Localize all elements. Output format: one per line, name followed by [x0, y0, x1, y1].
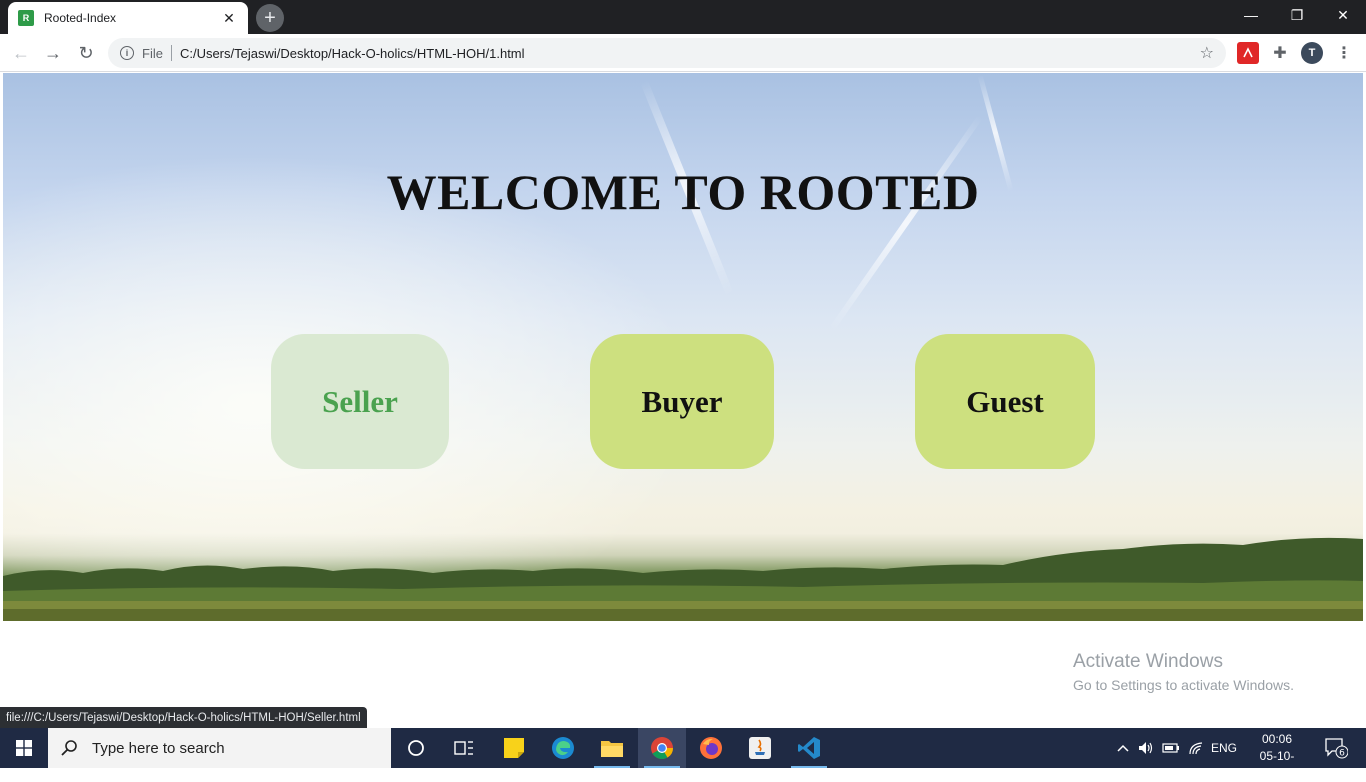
vscode-app[interactable] — [785, 728, 833, 768]
tree-line-landscape — [3, 537, 1363, 621]
browser-toolbar: ← → ↻ i File C:/Users/Tejaswi/Desktop/Ha… — [0, 34, 1366, 72]
seller-button[interactable]: Seller — [271, 334, 449, 469]
tab-title: Rooted-Index — [44, 11, 117, 25]
extensions-puzzle-icon[interactable]: ✚ — [1269, 42, 1291, 64]
address-bar[interactable]: i File C:/Users/Tejaswi/Desktop/Hack-O-h… — [108, 38, 1226, 68]
pdf-extension-icon[interactable] — [1237, 42, 1259, 64]
profile-avatar[interactable]: T — [1301, 42, 1323, 64]
folder-icon — [601, 741, 623, 757]
url-text[interactable]: C:/Users/Tejaswi/Desktop/Hack-O-holics/H… — [180, 46, 1200, 61]
buyer-button[interactable]: Buyer — [590, 334, 774, 469]
java-icon — [749, 737, 771, 759]
vscode-icon — [798, 737, 820, 759]
file-explorer-app[interactable] — [588, 728, 636, 768]
windows-logo-icon — [16, 740, 32, 756]
cortana-circle-icon — [408, 740, 424, 756]
bookmark-star-icon[interactable]: ☆ — [1200, 43, 1214, 63]
edge-app[interactable] — [539, 728, 587, 768]
sticky-notes-app[interactable] — [490, 728, 538, 768]
task-view-button[interactable] — [440, 728, 488, 768]
speaker-icon — [1139, 742, 1153, 754]
search-placeholder: Type here to search — [92, 739, 225, 757]
contrail — [828, 114, 984, 332]
back-button[interactable]: ← — [7, 39, 35, 67]
cortana-button[interactable] — [392, 728, 440, 768]
restore-button[interactable]: ❐ — [1274, 0, 1320, 30]
browser-menu-icon[interactable]: ⋮ — [1333, 42, 1355, 64]
taskbar-clock[interactable]: 00:06 05-10-2020 — [1248, 731, 1306, 782]
clock-date: 05-10-2020 — [1259, 749, 1295, 780]
show-hidden-icons-button[interactable] — [1113, 728, 1133, 768]
activate-windows-subtitle: Go to Settings to activate Windows. — [1073, 677, 1294, 693]
rooted-favicon-icon: R — [18, 10, 34, 26]
browser-tab-strip: R Rooted-Index ✕ + — ❐ ✕ — [0, 0, 1366, 34]
link-status-bubble: file:///C:/Users/Tejaswi/Desktop/Hack-O-… — [0, 707, 367, 728]
windows-taskbar: Type here to search ENG 00:06 05-10-2020… — [0, 728, 1366, 780]
input-language[interactable]: ENG — [1210, 728, 1238, 768]
scheme-label: File — [142, 45, 163, 61]
volume-button[interactable] — [1136, 728, 1156, 768]
chevron-up-icon — [1117, 744, 1129, 752]
new-tab-button[interactable]: + — [256, 4, 284, 32]
chrome-app[interactable] — [638, 728, 686, 768]
search-icon — [61, 740, 77, 756]
clock-time: 00:06 — [1261, 732, 1293, 746]
browser-tab[interactable]: R Rooted-Index ✕ — [8, 2, 248, 34]
chrome-icon — [651, 737, 673, 759]
site-info-icon[interactable]: i — [120, 46, 134, 60]
activate-windows-watermark: Activate Windows Go to Settings to activ… — [1073, 651, 1294, 693]
firefox-app[interactable] — [687, 728, 735, 768]
firefox-icon — [700, 737, 722, 759]
task-view-icon — [454, 741, 473, 755]
wifi-icon — [1189, 742, 1203, 755]
battery-charging-icon — [1162, 743, 1179, 753]
taskbar-search-box[interactable]: Type here to search — [48, 728, 391, 768]
activate-windows-title: Activate Windows — [1073, 651, 1223, 672]
tab-close-icon[interactable]: ✕ — [220, 9, 238, 27]
notification-icon: 6 — [1325, 738, 1348, 759]
forward-button[interactable]: → — [39, 39, 67, 67]
start-button[interactable] — [0, 728, 48, 768]
page-title: WELCOME TO ROOTED — [386, 164, 980, 220]
network-button[interactable] — [1186, 728, 1208, 768]
close-window-button[interactable]: ✕ — [1320, 0, 1366, 30]
minimize-button[interactable]: — — [1228, 0, 1274, 30]
reload-button[interactable]: ↻ — [72, 39, 100, 67]
guest-button[interactable]: Guest — [915, 334, 1095, 469]
sticky-notes-icon — [504, 738, 524, 758]
omnibox-divider — [170, 45, 172, 61]
pdf-glyph-icon — [1243, 47, 1253, 58]
action-center-button[interactable]: 6 — [1318, 728, 1354, 768]
hero-background: WELCOME TO ROOTED Seller Buyer Guest — [3, 73, 1363, 621]
java-app[interactable] — [736, 728, 784, 768]
battery-button[interactable] — [1160, 728, 1182, 768]
edge-icon — [552, 737, 574, 759]
notification-count: 6 — [1339, 749, 1345, 759]
